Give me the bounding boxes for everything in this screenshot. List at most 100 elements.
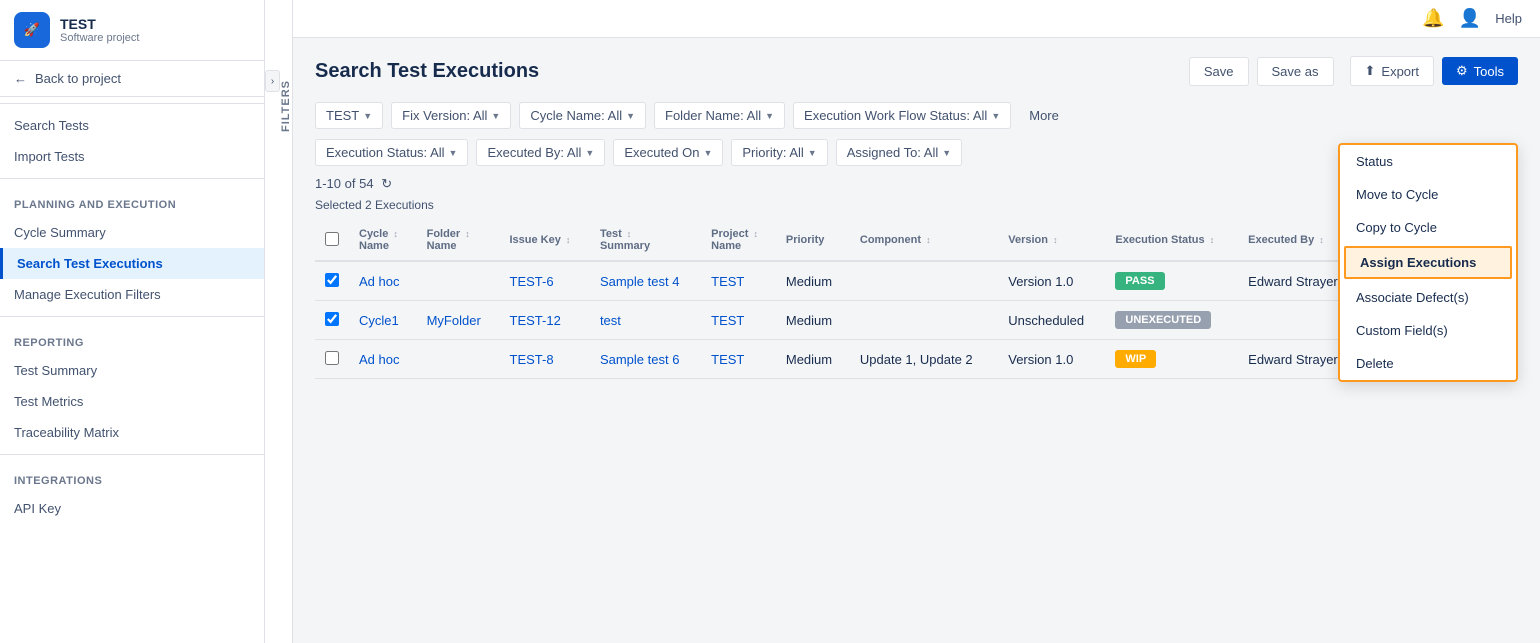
- dropdown-item-delete[interactable]: Delete: [1340, 347, 1516, 380]
- chevron-down-icon: ▼: [991, 111, 1000, 121]
- col-folder-name: Folder ↕Name: [417, 220, 500, 261]
- row-checkbox[interactable]: [325, 273, 339, 287]
- cell-issue-key[interactable]: TEST-12: [500, 301, 590, 340]
- dropdown-item-move-to-cycle[interactable]: Move to Cycle: [1340, 178, 1516, 211]
- cell-priority: Medium: [776, 340, 850, 379]
- sidebar-item-search-test-executions[interactable]: Search Test Executions: [0, 248, 264, 279]
- cell-project-name[interactable]: TEST: [701, 261, 776, 301]
- chevron-down-icon: ▼: [626, 111, 635, 121]
- execution-status-badge: PASS: [1115, 272, 1164, 290]
- tools-button[interactable]: ⚙ Tools: [1442, 57, 1518, 85]
- export-button[interactable]: ⬆ Export: [1350, 56, 1434, 86]
- page-title: Search Test Executions: [315, 60, 539, 83]
- sidebar-item-cycle-summary[interactable]: Cycle Summary: [0, 217, 264, 248]
- cell-test-summary[interactable]: Sample test 4: [590, 261, 701, 301]
- filter-priority[interactable]: Priority: All ▼: [731, 139, 827, 166]
- person-icon[interactable]: 👤: [1459, 8, 1481, 29]
- reporting-section-title: REPORTING: [0, 323, 264, 355]
- dropdown-item-associate-defect(s)[interactable]: Associate Defect(s): [1340, 281, 1516, 314]
- cell-folder-name: [417, 261, 500, 301]
- sidebar-item-import-tests[interactable]: Import Tests: [0, 141, 264, 172]
- sidebar-header: 🚀 TEST Software project: [0, 0, 264, 61]
- dropdown-item-copy-to-cycle[interactable]: Copy to Cycle: [1340, 211, 1516, 244]
- chevron-down-icon: ▼: [449, 148, 458, 158]
- col-cycle-name: Cycle ↕Name: [349, 220, 417, 261]
- sidebar-item-manage-execution-filters[interactable]: Manage Execution Filters: [0, 279, 264, 310]
- dropdown-item-custom-field(s)[interactable]: Custom Field(s): [1340, 314, 1516, 347]
- back-to-project-link[interactable]: ← Back to project: [0, 61, 264, 97]
- integrations-section-title: INTEGRATIONS: [0, 461, 264, 493]
- cell-cycle-name[interactable]: Ad hoc: [349, 340, 417, 379]
- more-button[interactable]: More: [1019, 102, 1069, 129]
- results-range: 1-10 of 54 ↻: [315, 176, 392, 192]
- bell-icon[interactable]: 🔔: [1422, 8, 1444, 29]
- collapse-button[interactable]: ›: [265, 70, 280, 92]
- cell-execution-status: UNEXECUTED: [1105, 301, 1238, 340]
- back-to-project-label: Back to project: [35, 71, 121, 86]
- cell-folder-name: [417, 340, 500, 379]
- filters-panel: › FILTERS: [265, 0, 293, 643]
- app-logo: 🚀: [14, 12, 50, 48]
- gear-icon: ⚙: [1456, 63, 1468, 79]
- filter-assigned-to[interactable]: Assigned To: All ▼: [836, 139, 962, 166]
- col-priority: Priority: [776, 220, 850, 261]
- filter-executed-by[interactable]: Executed By: All ▼: [476, 139, 605, 166]
- sidebar-item-traceability-matrix[interactable]: Traceability Matrix: [0, 417, 264, 448]
- cell-issue-key[interactable]: TEST-6: [500, 261, 590, 301]
- refresh-icon[interactable]: ↻: [381, 176, 392, 191]
- select-all-checkbox[interactable]: [325, 232, 339, 246]
- filter-project[interactable]: TEST ▼: [315, 102, 383, 129]
- dropdown-item-status[interactable]: Status: [1340, 145, 1516, 178]
- chevron-down-icon: ▼: [808, 148, 817, 158]
- cell-cycle-name[interactable]: Ad hoc: [349, 261, 417, 301]
- cell-priority: Medium: [776, 301, 850, 340]
- dropdown-item-assign-executions[interactable]: Assign Executions: [1344, 246, 1512, 279]
- help-link[interactable]: Help: [1495, 11, 1522, 26]
- cell-project-name[interactable]: TEST: [701, 340, 776, 379]
- filter-workflow-status[interactable]: Execution Work Flow Status: All ▼: [793, 102, 1011, 129]
- app-subtitle: Software project: [60, 32, 139, 44]
- export-icon: ⬆: [1365, 63, 1376, 79]
- chevron-down-icon: ▼: [703, 148, 712, 158]
- cell-execution-status: WIP: [1105, 340, 1238, 379]
- save-button[interactable]: Save: [1189, 57, 1249, 86]
- cell-test-summary[interactable]: test: [590, 301, 701, 340]
- chevron-down-icon: ▼: [765, 111, 774, 121]
- sidebar-item-test-metrics[interactable]: Test Metrics: [0, 386, 264, 417]
- filter-execution-status[interactable]: Execution Status: All ▼: [315, 139, 468, 166]
- cell-version: Version 1.0: [998, 261, 1105, 301]
- cell-cycle-name[interactable]: Cycle1: [349, 301, 417, 340]
- filter-cycle-name[interactable]: Cycle Name: All ▼: [519, 102, 646, 129]
- row-checkbox[interactable]: [325, 312, 339, 326]
- cell-component: [850, 261, 998, 301]
- chevron-down-icon: ▼: [363, 111, 372, 121]
- chevron-down-icon: ▼: [942, 148, 951, 158]
- filter-executed-on[interactable]: Executed On ▼: [613, 139, 723, 166]
- cell-test-summary[interactable]: Sample test 6: [590, 340, 701, 379]
- col-component: Component ↕: [850, 220, 998, 261]
- content-area: Search Test Executions Save Save as ⬆ Ex…: [293, 38, 1540, 643]
- col-issue-key: Issue Key ↕: [500, 220, 590, 261]
- sidebar-item-search-tests[interactable]: Search Tests: [0, 110, 264, 141]
- row-checkbox[interactable]: [325, 351, 339, 365]
- app-name: TEST: [60, 16, 139, 32]
- sidebar-item-api-key[interactable]: API Key: [0, 493, 264, 524]
- filter-folder-name[interactable]: Folder Name: All ▼: [654, 102, 785, 129]
- cell-project-name[interactable]: TEST: [701, 301, 776, 340]
- sidebar-item-test-summary[interactable]: Test Summary: [0, 355, 264, 386]
- filters-label: FILTERS: [280, 80, 292, 132]
- execution-status-badge: WIP: [1115, 350, 1156, 368]
- page-header: Search Test Executions Save Save as ⬆ Ex…: [315, 56, 1518, 86]
- header-actions: Save Save as ⬆ Export ⚙ Tools: [1189, 56, 1518, 86]
- execution-status-badge: UNEXECUTED: [1115, 311, 1211, 329]
- col-test-summary: Test ↕Summary: [590, 220, 701, 261]
- chevron-down-icon: ▼: [585, 148, 594, 158]
- filter-fix-version[interactable]: Fix Version: All ▼: [391, 102, 511, 129]
- chevron-down-icon: ▼: [491, 111, 500, 121]
- cell-folder-name[interactable]: MyFolder: [417, 301, 500, 340]
- cell-issue-key[interactable]: TEST-8: [500, 340, 590, 379]
- logo-icon: 🚀: [24, 22, 40, 38]
- sidebar: 🚀 TEST Software project ← Back to projec…: [0, 0, 265, 643]
- save-as-button[interactable]: Save as: [1257, 57, 1334, 86]
- cell-component: Update 1, Update 2: [850, 340, 998, 379]
